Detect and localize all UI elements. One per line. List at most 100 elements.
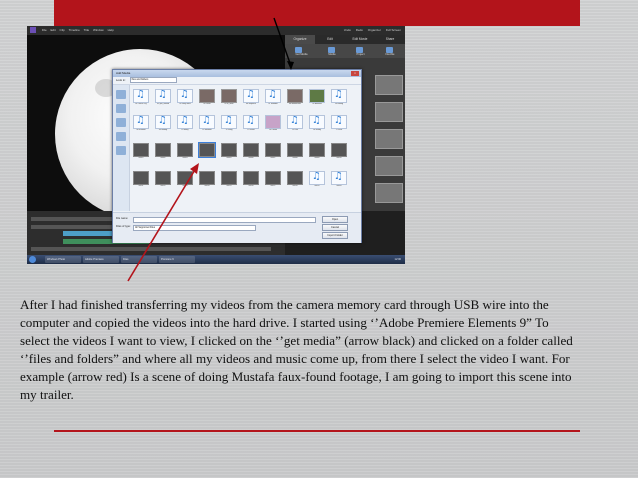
music-file-icon [309, 171, 325, 185]
close-icon[interactable]: × [351, 71, 359, 76]
file-item[interactable]: 00018 [285, 171, 305, 191]
file-item[interactable]: 00005 [219, 143, 239, 163]
menu-window[interactable]: Window [93, 26, 104, 35]
file-item[interactable]: 00014 [197, 171, 217, 191]
menu-help[interactable]: Help [108, 26, 114, 35]
taskbar-item[interactable]: Windows Photo [45, 256, 81, 263]
dialog-title: Add Media [113, 70, 361, 77]
file-item[interactable]: 00008 [285, 143, 305, 163]
desktop-icon[interactable] [116, 104, 126, 113]
menu-clip[interactable]: Clip [60, 26, 65, 35]
file-item[interactable]: 14 Dream [263, 115, 283, 135]
project-button[interactable]: Project [356, 46, 365, 56]
file-item[interactable]: 00010 [329, 143, 349, 163]
file-item[interactable]: 13 Ghost [241, 115, 261, 135]
media-thumbnail[interactable] [375, 75, 403, 95]
file-item[interactable]: 12 Song [219, 115, 239, 135]
file-item[interactable]: 00011 [131, 171, 151, 191]
file-item[interactable]: 00019 [307, 171, 327, 191]
undo-button[interactable]: Undo [344, 28, 351, 32]
tab-edit-movie[interactable]: Edit Movie [345, 35, 375, 44]
file-item[interactable]: 08 Melancholic [285, 89, 305, 109]
get-media-button[interactable]: Get Media [295, 46, 307, 56]
file-item[interactable]: 05 In_MNS [219, 89, 239, 109]
taskbar-item[interactable]: Files [121, 256, 157, 263]
file-item[interactable]: 00007 [263, 143, 283, 163]
file-item[interactable]: 06 Sixpence [241, 89, 261, 109]
file-item[interactable]: 10 Remy [175, 115, 195, 135]
music-file-icon [243, 89, 259, 103]
files-of-type-select[interactable]: All Supported Files [133, 225, 256, 231]
file-item[interactable]: 11 Meadow [197, 115, 217, 135]
file-item-selected[interactable]: 00004 [197, 142, 217, 163]
file-item[interactable]: 04 Chloe [197, 89, 217, 109]
tab-edit[interactable]: Edit [315, 35, 345, 44]
file-item[interactable]: 00020 [329, 171, 349, 191]
media-button[interactable]: Media [328, 46, 336, 56]
file-item[interactable]: 07 Slumber [263, 89, 283, 109]
video-thumbnail-icon [243, 143, 259, 157]
start-button-icon[interactable] [29, 256, 36, 263]
organizer-button[interactable]: Organizer [368, 28, 381, 32]
file-item[interactable]: 15 Run [285, 115, 305, 135]
redo-button[interactable]: Redo [356, 28, 363, 32]
open-button[interactable]: Open [322, 216, 348, 223]
video-thumbnail-icon [287, 171, 303, 185]
video-thumbnail-icon [287, 143, 303, 157]
file-item[interactable]: 17 Final [329, 115, 349, 135]
taskbar-item[interactable]: Premiere 9 [159, 256, 195, 263]
file-name-field[interactable] [133, 217, 316, 223]
menu-edit[interactable]: Edit [51, 26, 56, 35]
video-thumbnail-icon [243, 171, 259, 185]
taskbar-item[interactable]: Adobe Premiere [83, 256, 119, 263]
file-item[interactable]: 00009 [307, 143, 327, 163]
music-file-icon [331, 171, 347, 185]
file-item[interactable]: 08 Shadow [131, 115, 151, 135]
music-file-icon [177, 89, 193, 103]
file-item[interactable]: 00006 [241, 143, 261, 163]
file-item[interactable]: 00013 [175, 171, 195, 191]
menu-file[interactable]: File [42, 26, 47, 35]
media-thumbnail[interactable] [375, 156, 403, 176]
photo-thumbnail-icon [287, 89, 303, 103]
file-item[interactable]: 03 Pony Stars [175, 89, 195, 109]
windows-taskbar: Windows Photo Adobe Premiere Files Premi… [27, 255, 405, 264]
music-file-icon [221, 115, 237, 129]
file-item[interactable]: 00012 [153, 171, 173, 191]
file-item[interactable]: 00002 [153, 143, 173, 163]
music-file-icon [155, 115, 171, 129]
file-item[interactable]: 10 coming [329, 89, 349, 109]
file-item[interactable]: 00003 [175, 143, 195, 163]
file-item[interactable]: 09 melody [153, 115, 173, 135]
full-screen-button[interactable]: Full Screen [386, 28, 401, 32]
look-in-dropdown[interactable]: files and folders [129, 77, 177, 84]
computer-icon[interactable] [116, 132, 126, 141]
network-icon[interactable] [116, 146, 126, 155]
file-item[interactable]: 00017 [263, 171, 283, 191]
music-file-icon [287, 115, 303, 129]
file-item[interactable]: 01 Prince Tiny [131, 89, 151, 109]
menu-title[interactable]: Title [84, 26, 90, 35]
recent-places-icon[interactable] [116, 90, 126, 99]
import-folder-button[interactable]: Import Folder [322, 232, 348, 239]
timeline-track[interactable] [31, 247, 271, 251]
music-file-icon [309, 115, 325, 129]
cancel-button[interactable]: Cancel [322, 224, 348, 231]
dialog-footer: File name: Files of type: All Supported … [113, 212, 361, 243]
video-thumbnail-icon [331, 143, 347, 157]
file-item[interactable]: 16 Shelby [307, 115, 327, 135]
menu-timeline[interactable]: Timeline [69, 26, 80, 35]
flexible-button[interactable]: Flexible [385, 46, 394, 56]
media-thumbnail[interactable] [375, 183, 403, 203]
media-thumbnail[interactable] [375, 129, 403, 149]
tab-organize[interactable]: Organize [285, 35, 315, 44]
tab-share[interactable]: Share [375, 35, 405, 44]
media-thumbnail[interactable] [375, 102, 403, 122]
file-item[interactable]: 00001 [131, 143, 151, 163]
file-item[interactable]: 00016 [241, 171, 261, 191]
file-list: 01 Prince Tiny 02 you_should 03 Pony Sta… [131, 87, 359, 211]
libraries-icon[interactable] [116, 118, 126, 127]
file-item[interactable]: 00015 [219, 171, 239, 191]
file-item[interactable]: 02 you_should [153, 89, 173, 109]
file-item[interactable]: 09 Haunted [307, 89, 327, 109]
